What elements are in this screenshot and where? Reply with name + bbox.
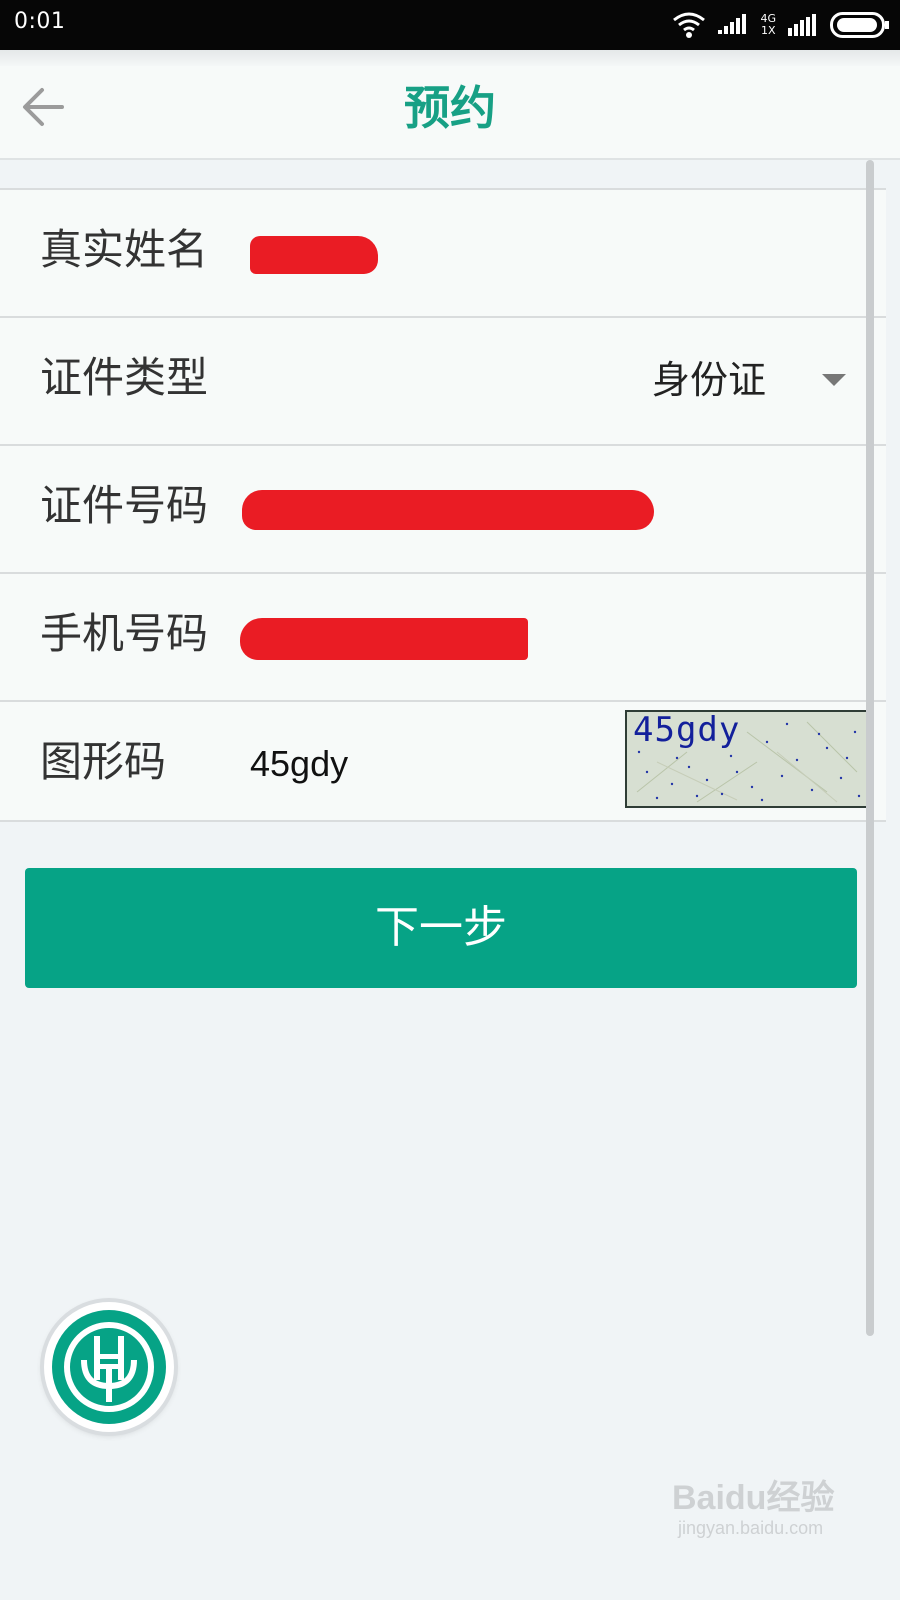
id-number-field-redacted[interactable]: [242, 490, 654, 530]
signal-bars-icon: [788, 14, 816, 36]
phone-row[interactable]: 手机号码: [0, 574, 886, 702]
scrollbar[interactable]: [866, 160, 874, 1336]
bank-logo-button[interactable]: [44, 1302, 174, 1432]
page-title: 预约: [404, 81, 496, 135]
id-type-row[interactable]: 证件类型 身份证: [0, 318, 886, 446]
watermark-url: jingyan.baidu.com: [678, 1518, 824, 1538]
battery-icon: [830, 12, 889, 38]
captcha-input[interactable]: [250, 740, 570, 788]
appointment-form: 真实姓名 证件类型 身份证 证件号码 手机号码 图形码 45gdy 45gdy: [0, 188, 886, 822]
real-name-row[interactable]: 真实姓名: [0, 190, 886, 318]
status-bar: 0:01 4G 1X: [0, 0, 900, 50]
real-name-label: 真实姓名: [40, 225, 209, 274]
status-time: 0:01: [14, 9, 66, 34]
id-type-select[interactable]: 身份证: [652, 356, 766, 404]
phone-field-redacted[interactable]: [240, 618, 528, 660]
captcha-image[interactable]: 45gdy: [625, 710, 871, 808]
next-step-button[interactable]: 下一步: [25, 868, 857, 988]
status-icons: 4G 1X: [672, 9, 890, 41]
dropdown-caret-icon[interactable]: [822, 374, 846, 386]
captcha-label: 图形码: [40, 737, 167, 786]
wifi-icon: [673, 12, 706, 38]
id-number-row[interactable]: 证件号码: [0, 446, 886, 574]
real-name-field-redacted[interactable]: [250, 236, 378, 274]
baidu-jingyan-watermark: Baidu经验 jingyan.baidu.com: [672, 1470, 872, 1550]
id-type-label: 证件类型: [40, 353, 209, 402]
bank-logo-icon: [52, 1310, 166, 1424]
captcha-row[interactable]: 图形码 45gdy: [0, 702, 886, 822]
network-type-label: 4G 1X: [760, 13, 776, 37]
id-number-label: 证件号码: [40, 481, 209, 530]
captcha-image-text: 45gdy: [633, 710, 741, 750]
signal-dots-icon: [718, 14, 747, 34]
header-shadow: [0, 50, 900, 66]
watermark-brand: Baidu经验: [672, 1479, 835, 1517]
phone-label: 手机号码: [40, 609, 209, 658]
network-type-bottom: 1X: [760, 24, 776, 37]
